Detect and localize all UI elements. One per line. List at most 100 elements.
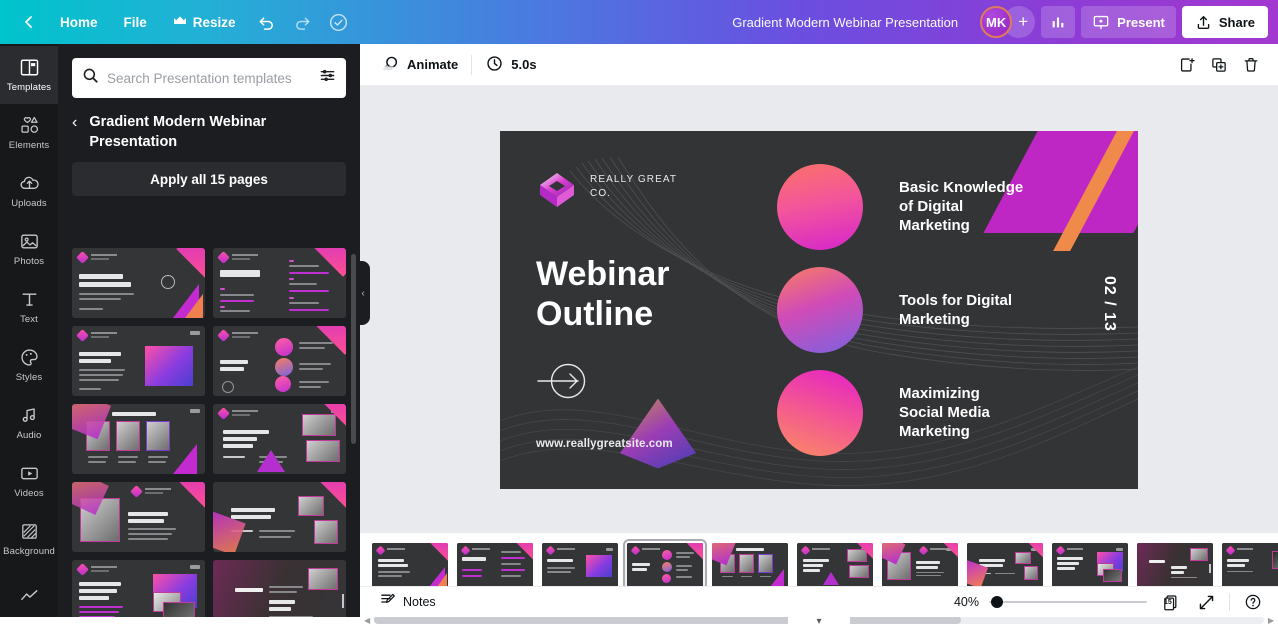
home-menu[interactable]: Home: [48, 9, 110, 36]
template-card[interactable]: [72, 248, 205, 318]
slide-brand: REALLY GREAT CO.: [590, 173, 677, 201]
bottom-divider: [1229, 593, 1230, 611]
filmstrip-collapse-button[interactable]: ▾: [788, 610, 850, 630]
timing-button[interactable]: 5.0s: [476, 48, 545, 82]
sidebar-item-photos[interactable]: Photos: [0, 220, 58, 278]
document-title[interactable]: Gradient Modern Webinar Presentation: [722, 9, 968, 36]
filmstrip-thumb[interactable]: [967, 543, 1043, 587]
share-upload-icon: [1195, 14, 1212, 31]
add-page-icon: [1178, 56, 1196, 74]
top-bar: Home File Resize Gra: [0, 0, 1278, 44]
saved-status-button[interactable]: [322, 5, 356, 39]
cloud-check-icon: [328, 12, 349, 33]
sidebar-label-elements: Elements: [9, 140, 49, 151]
search-input[interactable]: [107, 71, 311, 86]
sidebar-item-uploads[interactable]: Uploads: [0, 162, 58, 220]
filmstrip-thumb[interactable]: [457, 543, 533, 587]
palette-icon: [19, 347, 40, 368]
slide-bullet-1[interactable]: Basic Knowledge of Digital Marketing: [777, 164, 1023, 250]
slide-title[interactable]: Webinar Outline: [536, 254, 670, 334]
crown-icon: [173, 15, 187, 30]
sidebar-item-background[interactable]: Background: [0, 510, 58, 568]
slide-bullet-3[interactable]: Maximizing Social Media Marketing: [777, 370, 990, 456]
filmstrip-thumb[interactable]: [372, 543, 448, 587]
filmstrip-thumb[interactable]: [627, 543, 703, 587]
bullet-text: Tools for Digital Marketing: [899, 291, 1012, 329]
help-button[interactable]: [1240, 589, 1266, 615]
resize-button[interactable]: Resize: [161, 9, 248, 36]
sidebar-item-text[interactable]: Text: [0, 278, 58, 336]
template-card[interactable]: [213, 248, 346, 318]
timer-label: 5.0s: [511, 57, 536, 72]
share-button[interactable]: Share: [1182, 6, 1268, 38]
brand-line-1: REALLY GREAT: [590, 173, 677, 187]
slide-url[interactable]: www.reallygreatsite.com: [536, 438, 673, 450]
template-card[interactable]: [72, 326, 205, 396]
sidebar-item-styles[interactable]: Styles: [0, 336, 58, 394]
zoom-slider-knob[interactable]: [991, 596, 1003, 608]
search-box[interactable]: [72, 58, 346, 98]
sidebar-item-templates[interactable]: Templates: [0, 46, 58, 104]
bullet-text: Basic Knowledge of Digital Marketing: [899, 178, 1023, 235]
slide-canvas[interactable]: REALLY GREAT CO. Webinar Outline www.rea…: [500, 131, 1138, 489]
avatar[interactable]: MK: [980, 6, 1012, 38]
fullscreen-button[interactable]: [1193, 589, 1219, 615]
filmstrip-thumb[interactable]: [542, 543, 618, 587]
gradient-circle: [777, 164, 863, 250]
animate-button[interactable]: Animate: [372, 48, 467, 82]
filmstrip-thumb[interactable]: [1137, 543, 1213, 587]
filmstrip-thumb[interactable]: [1222, 543, 1278, 587]
template-card[interactable]: [213, 404, 346, 474]
template-card[interactable]: [213, 326, 346, 396]
cube-logo-icon: [536, 169, 578, 211]
filmstrip-thumb[interactable]: [797, 543, 873, 587]
apply-all-pages-button[interactable]: Apply all 15 pages: [72, 162, 346, 196]
text-icon: [19, 289, 40, 310]
collection-back-button[interactable]: ‹: [68, 112, 81, 134]
help-circle-icon: [1244, 593, 1262, 611]
zoom-slider[interactable]: [989, 595, 1147, 609]
template-card[interactable]: [213, 482, 346, 552]
sidebar-item-audio[interactable]: Audio: [0, 394, 58, 452]
template-card[interactable]: [213, 560, 346, 617]
file-menu[interactable]: File: [112, 9, 159, 36]
sidebar-label-uploads: Uploads: [11, 198, 47, 209]
animate-icon: [381, 54, 400, 76]
insights-button[interactable]: [1041, 6, 1075, 38]
filmstrip-thumb[interactable]: [882, 543, 958, 587]
top-bar-right: Gradient Modern Webinar Presentation MK …: [722, 0, 1278, 44]
duplicate-page-button[interactable]: [1204, 50, 1234, 80]
sliders-icon[interactable]: [319, 67, 336, 89]
gradient-circle: [777, 267, 863, 353]
back-button[interactable]: [12, 5, 46, 39]
add-page-button[interactable]: [1172, 50, 1202, 80]
templates-grid: [58, 242, 360, 617]
bullet-text: Maximizing Social Media Marketing: [899, 384, 990, 441]
file-label: File: [124, 15, 147, 30]
slide-bullet-2[interactable]: Tools for Digital Marketing: [777, 267, 1012, 353]
filmstrip-thumb[interactable]: [712, 543, 788, 587]
filmstrip-scroll-thumb[interactable]: [374, 616, 961, 624]
template-card[interactable]: [72, 404, 205, 474]
delete-page-button[interactable]: [1236, 50, 1266, 80]
home-label: Home: [60, 15, 98, 30]
sidebar-item-charts[interactable]: [0, 568, 58, 617]
redo-button[interactable]: [286, 5, 320, 39]
templates-icon: [19, 57, 40, 78]
present-button[interactable]: Present: [1081, 6, 1176, 38]
sidebar-item-elements[interactable]: Elements: [0, 104, 58, 162]
upload-cloud-icon: [19, 173, 40, 194]
music-note-icon: [19, 405, 40, 426]
undo-button[interactable]: [250, 5, 284, 39]
brand-line-2: CO.: [590, 187, 677, 201]
zoom-percentage: 40%: [954, 595, 979, 609]
search-icon: [82, 67, 99, 89]
template-card[interactable]: [72, 560, 205, 617]
filmstrip-thumb[interactable]: [1052, 543, 1128, 587]
page-count-button[interactable]: 15: [1157, 589, 1183, 615]
panel-collapse-handle[interactable]: ‹: [356, 261, 370, 325]
template-card[interactable]: [72, 482, 205, 552]
sidebar-item-videos[interactable]: Videos: [0, 452, 58, 510]
notes-button[interactable]: Notes: [372, 588, 443, 616]
sidebar-label-styles: Styles: [16, 372, 42, 383]
